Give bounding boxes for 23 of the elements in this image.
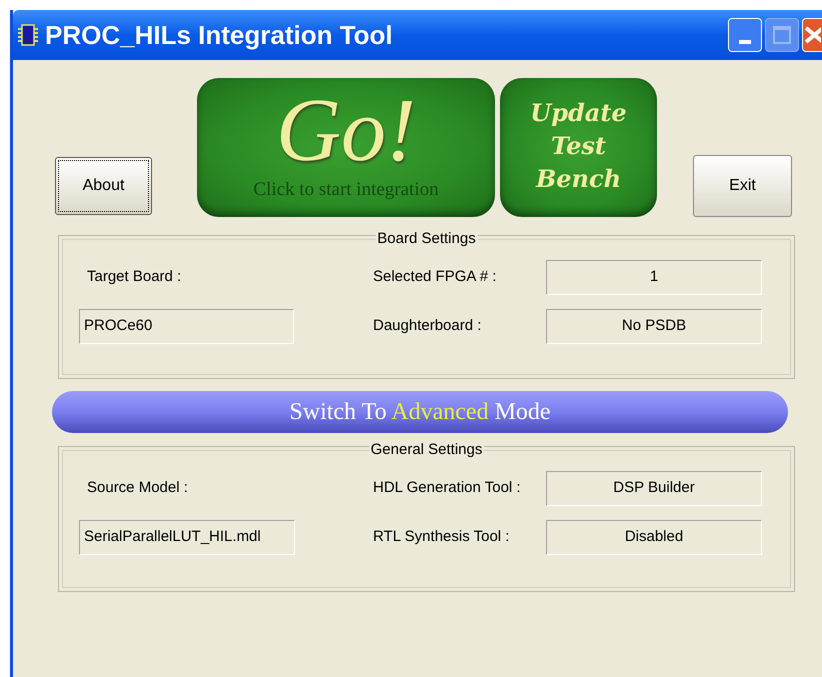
group-title: General Settings: [368, 440, 484, 460]
go-subtitle: Click to start integration: [253, 178, 439, 202]
text-field[interactable]: Disabled: [546, 520, 762, 555]
close-button[interactable]: [802, 18, 822, 52]
field-label: Target Board :: [87, 267, 182, 288]
field-label: RTL Synthesis Tool :: [373, 527, 510, 548]
close-icon: [803, 25, 821, 45]
text-field[interactable]: No PSDB: [546, 309, 762, 344]
group-title: Board Settings: [375, 229, 478, 249]
go-text: Go!: [276, 86, 416, 176]
about-button[interactable]: About: [55, 157, 152, 215]
field-label: HDL Generation Tool :: [373, 478, 522, 498]
text-field[interactable]: SerialParallelLUT_HIL.mdl: [79, 520, 295, 555]
text-field[interactable]: 1: [546, 260, 762, 295]
text-field[interactable]: PROCe60: [79, 309, 294, 344]
text-field[interactable]: DSP Builder: [546, 471, 762, 506]
chip-icon: [15, 22, 41, 48]
exit-button[interactable]: Exit: [693, 155, 792, 217]
field-label: Selected FPGA # :: [373, 267, 498, 288]
window-title: PROC_HILs Integration Tool: [45, 18, 393, 52]
minimize-button[interactable]: [728, 18, 762, 52]
field-label: Source Model :: [87, 478, 188, 498]
field-label: Daughterboard :: [373, 316, 482, 336]
